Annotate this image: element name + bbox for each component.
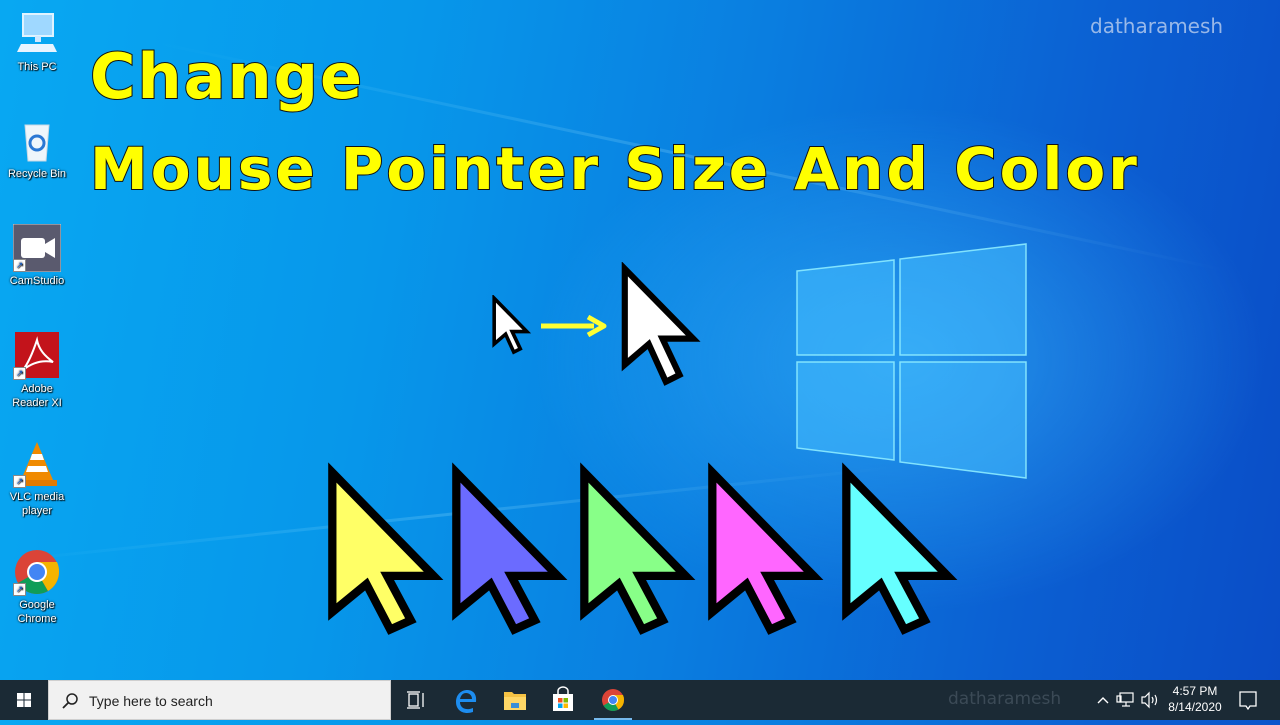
- file-explorer-button[interactable]: [492, 680, 538, 720]
- chrome-taskbar-button[interactable]: [590, 680, 636, 720]
- cursor-purple-icon: [452, 462, 568, 635]
- volume-button[interactable]: [1138, 680, 1162, 720]
- search-placeholder: Type here to search: [89, 693, 213, 709]
- taskbar-watermark: datharamesh: [948, 689, 1062, 709]
- desktop-icon-this-pc[interactable]: This PC: [2, 10, 72, 74]
- desktop-icon-label: Recycle Bin: [7, 168, 67, 180]
- show-hidden-icons-button[interactable]: [1092, 680, 1114, 720]
- clock-date: 8/14/2020: [1168, 700, 1222, 714]
- cursor-shape: [452, 462, 568, 635]
- monitor-icon: [13, 10, 61, 58]
- vlc-cone-icon: ↗: [13, 440, 61, 488]
- desktop-icon-label: Adobe Reader XI: [12, 383, 62, 409]
- cursor-shape: [580, 462, 696, 635]
- taskbar: Type here to search datharamesh 4:57 PM …: [0, 680, 1280, 720]
- small-cursor-icon: [492, 295, 532, 355]
- chevron-up-icon: [1097, 697, 1109, 704]
- desktop-icon-label: VLC media player: [9, 491, 65, 517]
- desktop-icon-chrome[interactable]: ↗ Google Chrome: [2, 548, 72, 626]
- notification-icon: [1239, 691, 1257, 711]
- desktop-icon-adobe-reader[interactable]: ↗ Adobe Reader XI: [2, 332, 72, 410]
- cursor-shape: [842, 462, 958, 635]
- system-clock[interactable]: 4:57 PM 8/14/2020: [1162, 683, 1228, 715]
- desktop-icon-vlc[interactable]: ↗ VLC media player: [2, 440, 72, 518]
- title-line-1: Change: [89, 39, 365, 114]
- speaker-icon: [1141, 691, 1158, 709]
- file-explorer-icon: [504, 692, 526, 710]
- title-line-2: Mouse Pointer Size And Color: [89, 134, 1140, 204]
- chrome-icon: [602, 689, 625, 711]
- action-center-button[interactable]: [1234, 680, 1262, 720]
- cursor-shape: [328, 462, 444, 635]
- search-icon: [62, 693, 78, 709]
- cursor-pink-icon: [708, 462, 824, 635]
- microsoft-store-icon: [553, 686, 573, 711]
- clock-time: 4:57 PM: [1172, 684, 1218, 698]
- task-view-icon: [407, 691, 424, 709]
- cursor-yellow-icon: [328, 462, 444, 635]
- cursor-shape: [708, 462, 824, 635]
- desktop-icon-label: CamStudio: [9, 275, 65, 287]
- network-button[interactable]: [1114, 680, 1138, 720]
- shortcut-arrow-icon: ↗: [13, 583, 26, 596]
- desktop-icon-camstudio[interactable]: ↗ CamStudio: [2, 223, 72, 288]
- channel-watermark: datharamesh: [1090, 14, 1224, 38]
- cursor-green-icon: [580, 462, 696, 635]
- microsoft-store-button[interactable]: [540, 680, 586, 720]
- chrome-icon: ↗: [13, 548, 61, 596]
- windows-start-icon: [17, 693, 31, 707]
- adobe-reader-icon: ↗: [13, 332, 61, 380]
- desktop-icon-recycle-bin[interactable]: Recycle Bin: [2, 117, 72, 181]
- shortcut-arrow-icon: ↗: [13, 367, 26, 380]
- shortcut-arrow-icon: ↗: [13, 475, 26, 488]
- desktop-icon-label: Google Chrome: [17, 599, 57, 625]
- cursor-cyan-icon: [842, 462, 958, 635]
- desktop-icon-label: This PC: [17, 61, 57, 73]
- camstudio-icon: ↗: [12, 223, 62, 273]
- shortcut-arrow-icon: ↗: [13, 259, 26, 272]
- edge-button[interactable]: [444, 680, 490, 720]
- recycle-bin-icon: [13, 117, 61, 165]
- right-arrow-icon: [541, 314, 607, 338]
- taskbar-search-box[interactable]: Type here to search: [48, 680, 391, 720]
- large-cursor-icon: [621, 262, 701, 386]
- network-icon: [1116, 692, 1134, 707]
- task-view-button[interactable]: [393, 680, 439, 720]
- edge-icon: [456, 690, 477, 713]
- start-button[interactable]: [0, 680, 48, 720]
